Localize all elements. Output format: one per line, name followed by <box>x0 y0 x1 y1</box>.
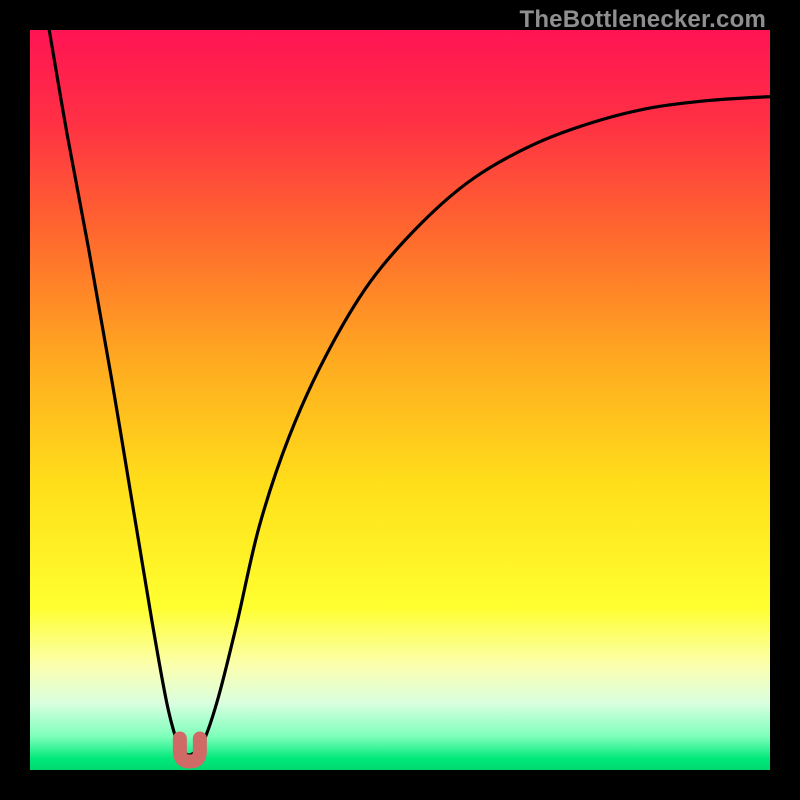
bottleneck-curve <box>49 30 770 755</box>
chart-frame: TheBottlenecker.com <box>0 0 800 800</box>
plot-area <box>30 30 770 770</box>
watermark-text: TheBottlenecker.com <box>519 6 766 34</box>
optimal-marker <box>180 739 200 762</box>
chart-svg <box>30 30 770 770</box>
